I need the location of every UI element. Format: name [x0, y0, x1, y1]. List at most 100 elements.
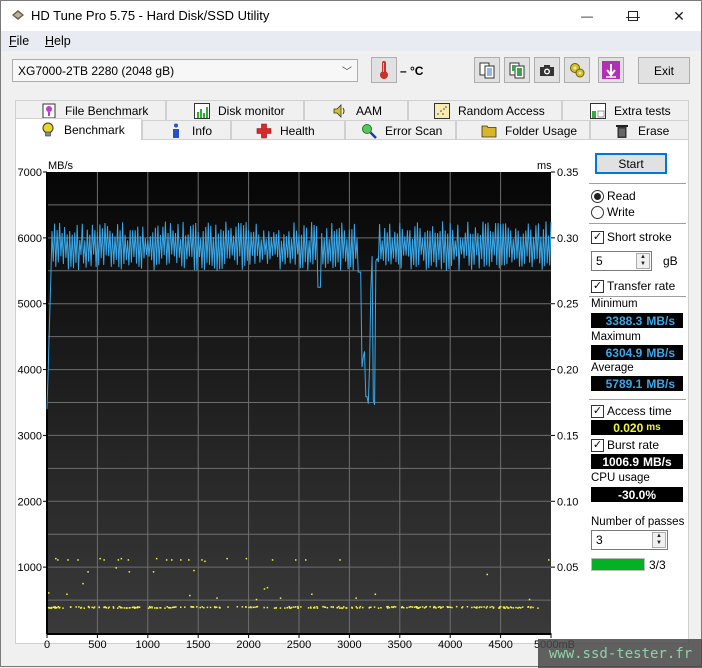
access-time-point — [391, 606, 393, 608]
access-time-checkbox[interactable]: ✓ Access time — [591, 404, 672, 418]
y-tick-label: 5000 — [18, 299, 42, 311]
access-time-point — [323, 606, 326, 608]
read-radio[interactable]: Read — [591, 189, 636, 203]
start-button[interactable]: Start — [595, 153, 667, 174]
passes-input[interactable]: 3 ▲ ▼ — [591, 530, 668, 550]
access-time-point — [204, 560, 206, 563]
short-stroke-checkbox[interactable]: ✓ Short stroke — [591, 230, 672, 244]
access-time-point — [294, 606, 297, 608]
lightbulb-icon — [40, 122, 56, 138]
access-time-point — [433, 606, 435, 609]
access-time-point — [521, 606, 524, 608]
access-time-point — [165, 559, 168, 561]
access-time-point — [91, 606, 93, 609]
access-time-point — [88, 606, 90, 609]
access-time-point — [394, 606, 397, 608]
y2-tick-label: 0.20 — [557, 365, 578, 377]
access-time-point — [504, 607, 506, 609]
access-time-point — [215, 606, 218, 608]
access-time-point — [295, 559, 297, 561]
access-time-point — [121, 607, 123, 609]
access-time-point — [255, 598, 258, 601]
access-time-point — [479, 606, 481, 608]
access-time-point — [425, 606, 427, 608]
access-time-point — [48, 592, 50, 594]
access-time-point — [380, 607, 382, 609]
access-time-point — [256, 605, 259, 608]
access-time-point — [252, 606, 254, 609]
y2-tick-label: 0.05 — [557, 562, 578, 574]
access-time-point — [138, 606, 141, 608]
average-readout: 5789.1 MB/s — [591, 376, 683, 391]
access-time-point — [120, 557, 123, 560]
access-time-point — [293, 606, 295, 608]
app-window: HD Tune Pro 5.75 - Hard Disk/SSD Utility… — [0, 0, 702, 668]
access-time-label: Access time — [607, 404, 672, 418]
burst-rate-checkbox[interactable]: ✓ Burst rate — [591, 438, 659, 452]
access-time-point — [408, 606, 410, 608]
access-time-point — [123, 607, 126, 609]
access-time-point — [209, 606, 212, 609]
x-tick-label: 1500 — [186, 639, 210, 651]
access-time-point — [149, 605, 151, 608]
access-time-point — [377, 607, 380, 609]
access-time-point — [413, 606, 416, 608]
access-time-point — [307, 607, 310, 609]
access-time-point — [236, 606, 239, 608]
access-time-point — [279, 597, 282, 599]
write-radio[interactable]: Write — [591, 205, 635, 219]
x-tick-label: 2500 — [287, 639, 311, 651]
access-time-point — [155, 607, 158, 609]
maximum-label: Maximum — [591, 331, 641, 343]
access-time-point — [461, 607, 463, 609]
x-tick-label: 3000 — [337, 639, 361, 651]
access-time-point — [483, 606, 485, 608]
transfer-rate-checkbox[interactable]: ✓ Transfer rate — [591, 279, 675, 293]
short-stroke-input[interactable]: 5 ▲ ▼ — [591, 251, 652, 271]
access-time-point — [180, 606, 182, 608]
access-time-point — [70, 606, 72, 608]
access-time-point — [369, 606, 371, 609]
tab-label: Benchmark — [64, 122, 125, 137]
access-time-point — [451, 606, 453, 609]
access-time-point — [401, 606, 404, 608]
burst-rate-readout: 1006.9 MB/s — [591, 454, 683, 469]
divider — [589, 296, 686, 297]
access-time-unit: ms — [646, 422, 661, 433]
access-time-point — [439, 606, 441, 608]
passes-value: 3 — [596, 533, 603, 547]
access-time-point — [332, 606, 334, 609]
access-time-point — [254, 606, 256, 608]
access-time-point — [93, 606, 96, 608]
tab-benchmark[interactable]: Benchmark — [15, 118, 142, 140]
access-time-point — [480, 606, 483, 608]
spinner-arrows-icon[interactable]: ▲ ▼ — [636, 253, 650, 269]
access-time-point — [515, 606, 517, 609]
y2-tick-label: 0.35 — [557, 167, 578, 179]
access-time-point — [218, 607, 221, 609]
access-time-point — [486, 605, 488, 608]
access-time-point — [99, 557, 101, 560]
access-time-point — [136, 606, 139, 608]
access-time-point — [52, 606, 55, 608]
access-time-point — [188, 559, 190, 561]
access-time-point — [152, 571, 155, 573]
access-time-point — [343, 606, 345, 608]
access-time-point — [338, 605, 340, 608]
access-time-point — [164, 607, 166, 609]
access-time-point — [151, 607, 153, 609]
spinner-arrows-icon[interactable]: ▲ ▼ — [652, 532, 666, 548]
access-time-point — [275, 607, 277, 609]
y-tick-label: 2000 — [18, 496, 42, 508]
read-label: Read — [607, 189, 636, 203]
cpu-usage-label: CPU usage — [591, 472, 650, 484]
progress-fill — [592, 559, 644, 570]
access-time-point — [286, 607, 288, 609]
access-time-point — [54, 607, 57, 609]
access-time-point — [263, 606, 265, 609]
access-time-point — [192, 606, 195, 608]
minimum-unit: MB/s — [646, 313, 675, 328]
watermark: www.ssd-tester.fr — [538, 639, 702, 668]
average-value: 5789.1 — [605, 376, 643, 391]
maximum-unit: MB/s — [646, 345, 675, 360]
